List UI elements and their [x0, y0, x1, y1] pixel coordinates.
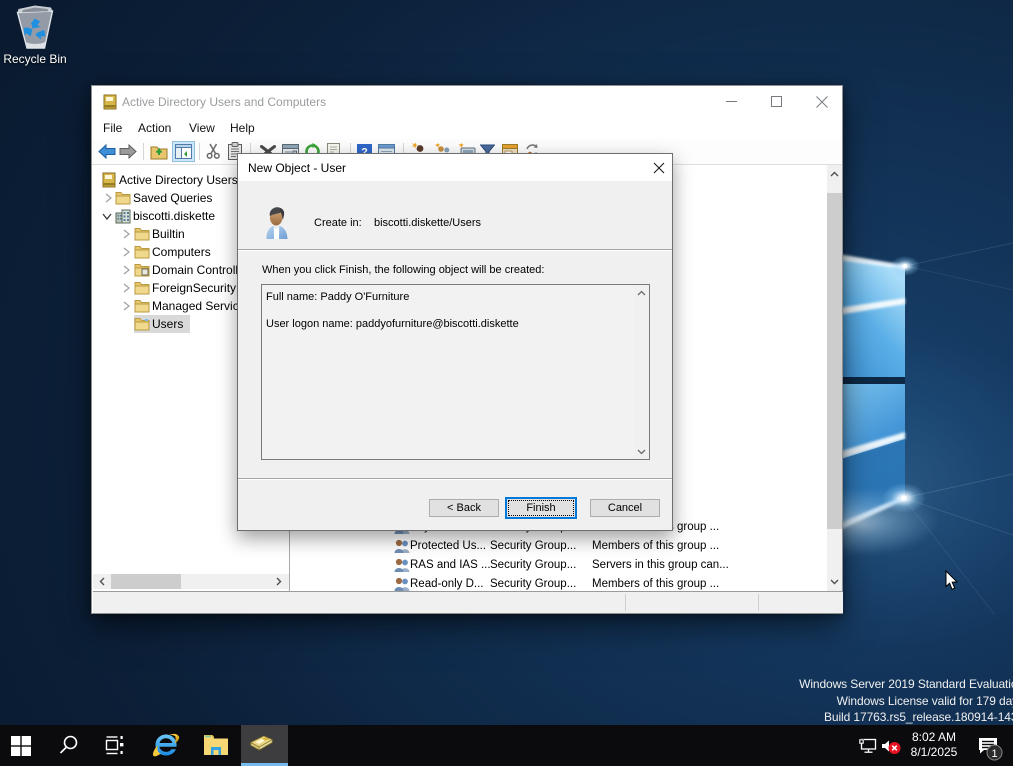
svg-text:1: 1	[991, 748, 997, 760]
